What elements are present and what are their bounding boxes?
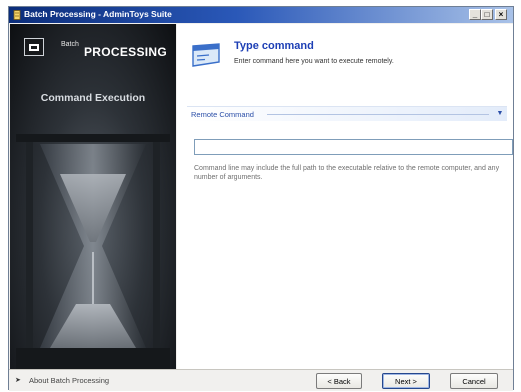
command-hint: Command line may include the full path t…	[194, 165, 500, 181]
wizard-page: Type command Enter command here you want…	[177, 24, 513, 369]
page-subtitle: Enter command here you want to execute r…	[234, 58, 394, 65]
minimize-button[interactable]: _	[469, 9, 481, 20]
wizard-window: Batch Processing - AdminToys Suite _ □ ×…	[8, 6, 514, 391]
about-link[interactable]: ➤ About Batch Processing	[15, 376, 109, 385]
title-bar[interactable]: Batch Processing - AdminToys Suite _ □ ×	[9, 7, 513, 23]
window-title: Batch Processing - AdminToys Suite	[24, 9, 172, 19]
section-divider	[267, 114, 489, 115]
sidebar-banner: Batch PROCESSING Command Execution	[10, 24, 176, 369]
remote-command-section-header[interactable]: Remote Command ▼	[187, 106, 507, 121]
section-label: Remote Command	[191, 110, 254, 119]
app-icon	[13, 10, 21, 20]
cancel-button[interactable]: Cancel	[450, 373, 498, 389]
page-title: Type command	[234, 40, 314, 52]
hourglass-image	[16, 134, 170, 369]
step-heading: Command Execution	[40, 92, 146, 104]
chevron-down-icon[interactable]: ▼	[495, 109, 505, 119]
close-button[interactable]: ×	[495, 9, 507, 20]
next-button[interactable]: Next >	[382, 373, 430, 389]
window-logo-icon	[24, 38, 44, 56]
back-button[interactable]: < Back	[316, 373, 362, 389]
arrow-right-icon: ➤	[15, 376, 21, 384]
maximize-button[interactable]: □	[481, 9, 493, 20]
wizard-footer: ➤ About Batch Processing < Back Next > C…	[9, 369, 513, 391]
about-label: About Batch Processing	[29, 376, 110, 385]
command-prompt-icon	[192, 43, 220, 67]
brand-name: PROCESSING	[84, 45, 168, 59]
brand-prefix: Batch	[61, 41, 79, 48]
window-controls: _ □ ×	[469, 9, 507, 20]
remote-command-input[interactable]	[194, 139, 513, 155]
